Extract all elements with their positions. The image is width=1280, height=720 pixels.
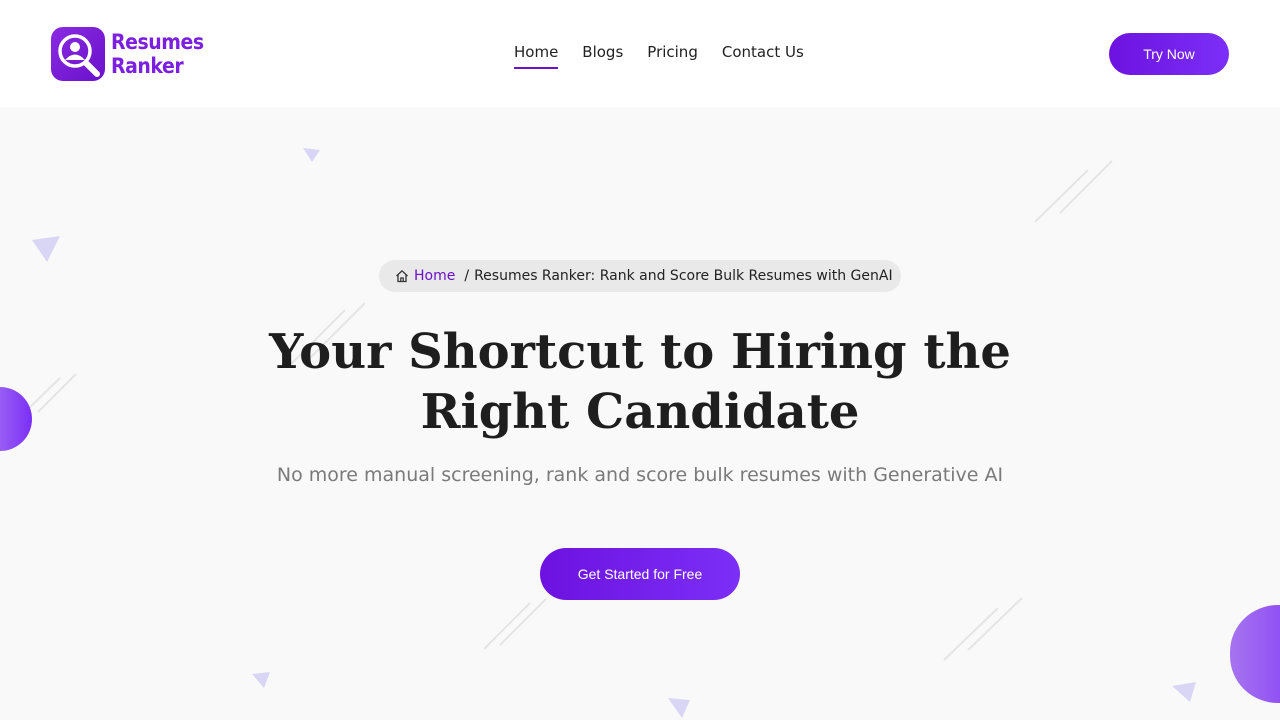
brand-name: Resumes Ranker: [111, 30, 204, 78]
hero-title: Your Shortcut to Hiring the Right Candid…: [269, 324, 1011, 440]
line-decoration: [1034, 160, 1113, 223]
user-search-icon: [51, 27, 105, 81]
brand-logo[interactable]: Resumes Ranker: [51, 27, 214, 81]
breadcrumb-home-link[interactable]: Home: [414, 268, 455, 284]
try-now-button[interactable]: Try Now: [1109, 33, 1229, 75]
nav-pricing[interactable]: Pricing: [647, 43, 698, 69]
brand-name-line1: Resumes: [111, 30, 204, 54]
triangle-decoration: [668, 698, 690, 718]
get-started-button[interactable]: Get Started for Free: [540, 548, 740, 600]
nav-blogs[interactable]: Blogs: [582, 43, 623, 69]
breadcrumb-current: Resumes Ranker: Rank and Score Bulk Resu…: [474, 268, 893, 284]
nav-contact-us[interactable]: Contact Us: [722, 43, 804, 69]
hero-subtitle: No more manual screening, rank and score…: [276, 464, 1004, 486]
home-icon[interactable]: [395, 269, 409, 283]
main-nav: Home Blogs Pricing Contact Us: [514, 43, 804, 69]
triangle-decoration: [1172, 682, 1196, 702]
breadcrumb: Home / Resumes Ranker: Rank and Score Bu…: [379, 260, 901, 292]
triangle-decoration: [32, 236, 60, 262]
line-decoration: [483, 598, 547, 650]
triangle-decoration: [252, 672, 270, 688]
triangle-decoration: [303, 148, 320, 162]
line-decoration: [943, 597, 1023, 661]
blob-decoration: [1230, 605, 1280, 703]
nav-home[interactable]: Home: [514, 43, 559, 69]
site-header: Resumes Ranker Home Blogs Pricing Contac…: [0, 0, 1280, 107]
brand-name-line2: Ranker: [111, 54, 184, 78]
breadcrumb-separator: /: [464, 268, 470, 284]
